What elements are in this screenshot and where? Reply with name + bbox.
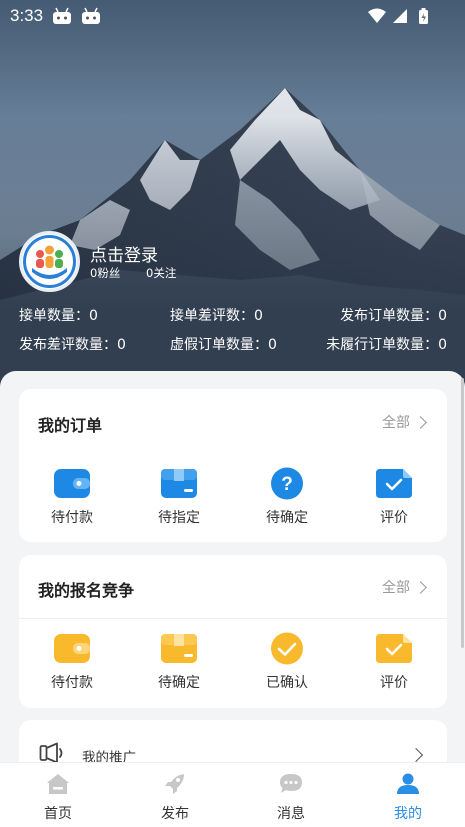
home-icon — [47, 774, 69, 794]
profile-header-background — [0, 0, 465, 390]
message-icon — [280, 774, 302, 793]
my-bids-title: 我的报名竞争 — [38, 581, 135, 600]
stat-accepted-orders: 接单数量：0 — [19, 308, 98, 324]
app-logo-icon — [23, 235, 76, 288]
box-icon — [160, 467, 198, 500]
bid-pending-payment[interactable]: 待付款 — [32, 632, 112, 692]
tab-messages[interactable]: 消息 — [251, 773, 331, 823]
android-robot-icon — [53, 7, 71, 24]
bid-item-label: 已确认 — [266, 675, 308, 691]
order-pending-assign[interactable]: 待指定 — [139, 467, 219, 527]
chevron-right-icon — [414, 415, 427, 429]
megaphone-icon — [39, 742, 63, 764]
tab-publish[interactable]: 发布 — [135, 773, 215, 823]
all-label: 全部 — [382, 415, 410, 431]
order-item-label: 待付款 — [51, 510, 93, 526]
order-item-label: 待指定 — [158, 510, 200, 526]
tab-mine[interactable]: 我的 — [368, 773, 448, 823]
android-robot-icon — [82, 7, 100, 24]
hero-overlay — [0, 0, 465, 390]
question-icon: ? — [268, 467, 306, 500]
order-item-label: 待确定 — [266, 510, 308, 526]
chevron-right-icon — [414, 580, 427, 594]
stat-published-orders: 发布订单数量：0 — [340, 308, 447, 324]
login-link[interactable]: 点击登录 — [90, 241, 158, 266]
check-circle-icon — [268, 632, 306, 665]
box-icon — [160, 632, 198, 665]
check-doc-icon — [375, 467, 413, 500]
status-bar: 3:33 — [0, 0, 465, 32]
bid-review[interactable]: 评价 — [354, 632, 434, 692]
my-orders-card: 我的订单 全部 待付款 待指定 ? 待确定 评价 — [19, 389, 447, 542]
scrollbar[interactable] — [461, 378, 464, 648]
card-divider — [19, 618, 447, 619]
order-pending-payment[interactable]: 待付款 — [32, 467, 112, 527]
svg-text:?: ? — [281, 474, 293, 495]
signal-icon — [393, 9, 407, 23]
bottom-tab-bar: 首页 发布 消息 我的 — [0, 762, 465, 827]
follows-count[interactable]: 0关注 — [146, 265, 176, 281]
system-status-icons — [368, 8, 428, 24]
order-pending-confirm[interactable]: ? 待确定 — [247, 467, 327, 527]
tab-label: 消息 — [277, 806, 305, 822]
my-orders-title: 我的订单 — [38, 416, 103, 435]
wallet-icon — [53, 467, 91, 500]
stat-fake-orders: 虚假订单数量：0 — [170, 337, 277, 353]
my-bids-card: 我的报名竞争 全部 待付款 待确定 已确认 评价 — [19, 555, 447, 708]
tab-home[interactable]: 首页 — [18, 773, 98, 823]
bid-item-label: 待付款 — [51, 675, 93, 691]
bid-confirmed[interactable]: 已确认 — [247, 632, 327, 692]
my-bids-all-link[interactable]: 全部 — [382, 577, 427, 597]
user-icon — [397, 773, 419, 794]
avatar[interactable] — [19, 231, 80, 292]
bid-pending-confirm[interactable]: 待确定 — [139, 632, 219, 692]
wallet-icon — [53, 632, 91, 665]
stat-unfulfilled-orders: 未履行订单数量：0 — [326, 337, 447, 353]
stat-accepted-bad-reviews: 接单差评数：0 — [170, 308, 263, 324]
bid-item-label: 评价 — [380, 675, 408, 691]
rocket-icon — [165, 774, 184, 794]
fans-count[interactable]: 0粉丝 — [90, 265, 120, 281]
status-time: 3:33 — [10, 6, 44, 25]
wifi-icon — [368, 8, 386, 23]
order-item-label: 评价 — [380, 510, 408, 526]
bid-item-label: 待确定 — [158, 675, 200, 691]
my-orders-all-link[interactable]: 全部 — [382, 412, 427, 432]
check-doc-icon — [375, 632, 413, 665]
tab-label: 发布 — [161, 806, 189, 822]
tab-label: 我的 — [394, 806, 422, 822]
tab-label: 首页 — [44, 806, 72, 822]
stat-published-bad-reviews: 发布差评数量：0 — [19, 337, 126, 353]
all-label: 全部 — [382, 580, 410, 596]
order-review[interactable]: 评价 — [354, 467, 434, 527]
chevron-right-icon — [408, 747, 424, 763]
